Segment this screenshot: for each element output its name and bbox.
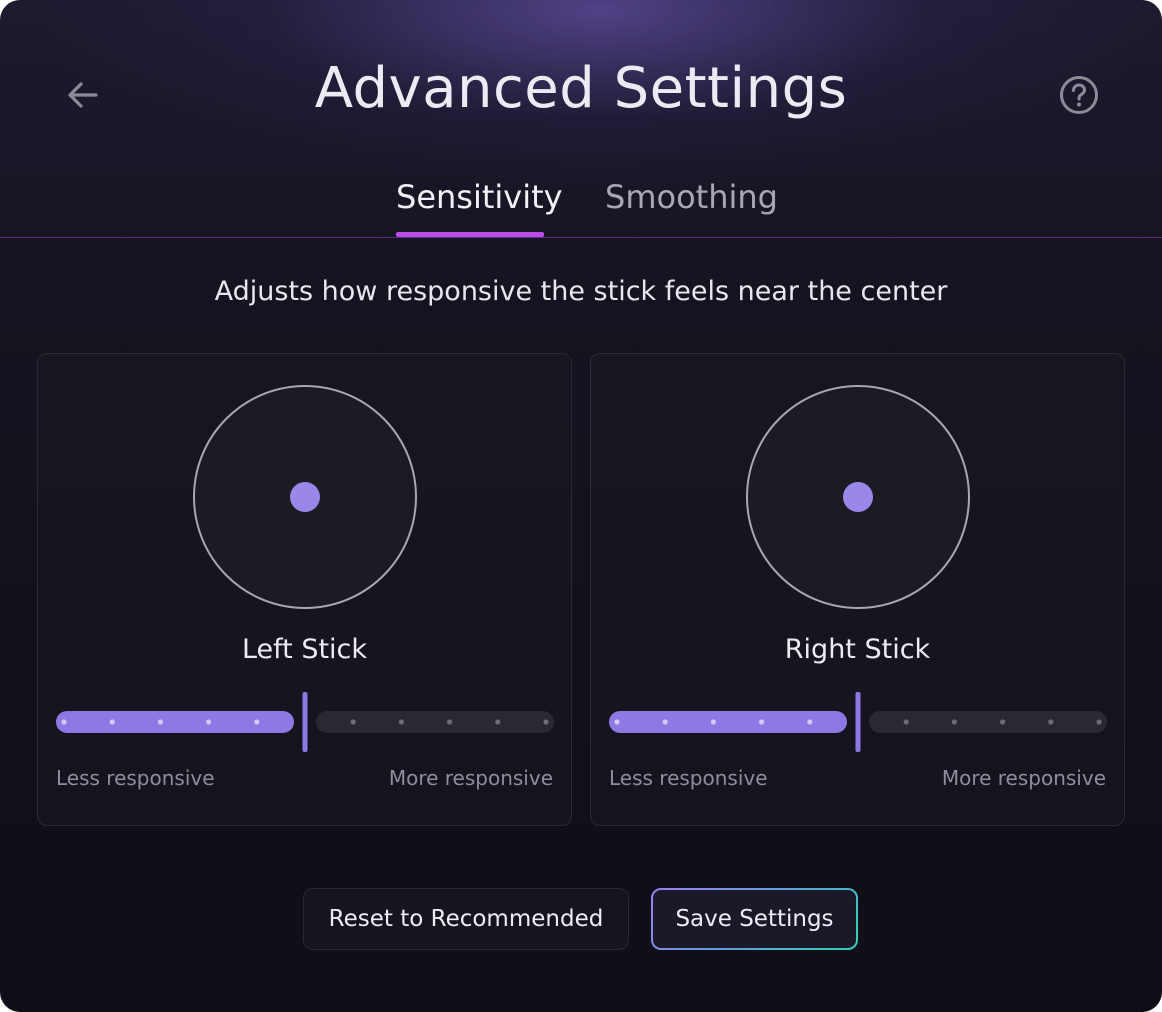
stick-name: Right Stick	[784, 634, 931, 665]
slider-tick	[710, 719, 716, 725]
slider-tick	[759, 719, 765, 725]
setting-description: Adjusts how responsive the stick feels n…	[214, 276, 948, 307]
slider-min-label: Less responsive	[609, 766, 768, 790]
slider-tick	[447, 719, 453, 725]
stick-name: Left Stick	[241, 634, 368, 665]
slider-tick	[903, 719, 909, 725]
left-stick-sensitivity-slider[interactable]	[56, 692, 554, 752]
slider-tick	[1000, 719, 1006, 725]
slider-tick	[662, 719, 668, 725]
slider-tick	[254, 719, 260, 725]
slider-tick	[1048, 719, 1054, 725]
slider-max-label: More responsive	[941, 766, 1106, 790]
left-stick-visualizer	[193, 385, 417, 609]
slider-tick	[206, 719, 212, 725]
slider-thumb	[302, 692, 308, 752]
stick-position-dot	[290, 482, 320, 512]
reset-to-recommended-button[interactable]: Reset to Recommended	[303, 888, 629, 950]
right-stick-card: Right Stick Less responsive More respons…	[590, 353, 1125, 826]
slider-tick	[350, 719, 356, 725]
slider-tick	[1096, 719, 1102, 725]
header-divider	[0, 237, 1162, 238]
save-settings-button[interactable]: Save Settings	[651, 888, 858, 950]
tab-sensitivity[interactable]: Sensitivity	[396, 178, 563, 216]
page-title: Advanced Settings	[314, 56, 848, 121]
slider-tick	[61, 719, 67, 725]
slider-tick	[614, 719, 620, 725]
slider-tick	[951, 719, 957, 725]
slider-max-label: More responsive	[388, 766, 553, 790]
slider-tick	[398, 719, 404, 725]
slider-tick	[109, 719, 115, 725]
tab-smoothing[interactable]: Smoothing	[605, 178, 778, 216]
slider-thumb	[855, 692, 861, 752]
slider-tick	[157, 719, 163, 725]
question-circle-icon	[1060, 76, 1098, 114]
settings-window: Advanced Settings Sensitivity Smoothing …	[0, 0, 1162, 1012]
slider-tick	[807, 719, 813, 725]
slider-min-label: Less responsive	[56, 766, 215, 790]
help-button[interactable]	[1057, 73, 1101, 117]
slider-tick	[543, 719, 549, 725]
stick-position-dot	[843, 482, 873, 512]
slider-tick	[495, 719, 501, 725]
left-stick-card: Left Stick Less responsive More responsi…	[37, 353, 572, 826]
right-stick-visualizer	[746, 385, 970, 609]
right-stick-sensitivity-slider[interactable]	[609, 692, 1107, 752]
